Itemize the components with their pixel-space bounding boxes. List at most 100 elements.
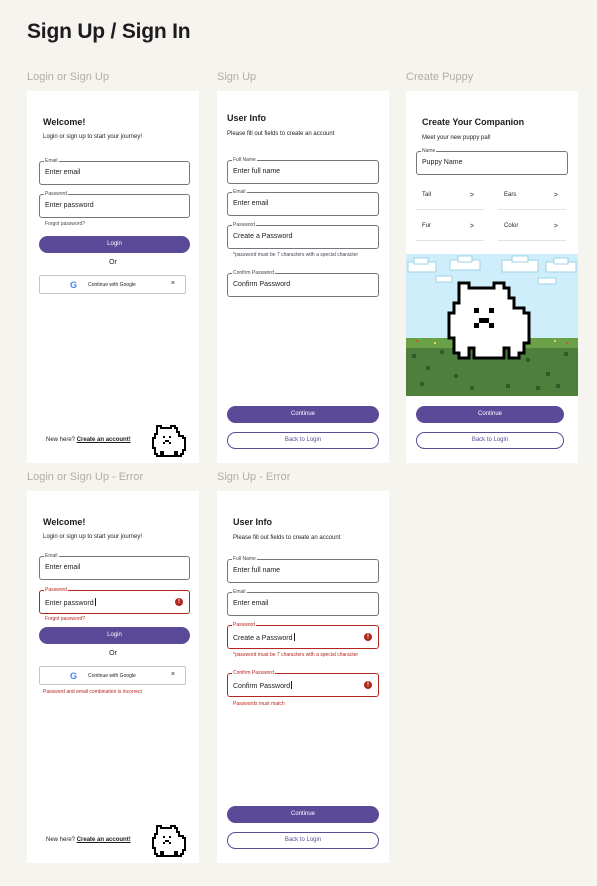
text-cursor bbox=[291, 681, 293, 689]
confirm-password-value: Confirm Password bbox=[233, 281, 291, 288]
new-here-label: New here? bbox=[46, 437, 76, 443]
back-to-login-button[interactable]: Back to Login bbox=[227, 832, 379, 849]
forgot-password-link[interactable]: Forgot password? bbox=[45, 221, 85, 227]
confirm-password-label: Confirm Password bbox=[232, 669, 275, 677]
text-cursor bbox=[94, 598, 96, 606]
password-field[interactable]: Password Create a Password bbox=[227, 221, 379, 249]
email-field[interactable]: Email Enter email bbox=[39, 157, 190, 185]
back-to-login-button[interactable]: Back to Login bbox=[416, 432, 564, 449]
email-field-value: Enter email bbox=[233, 600, 269, 607]
error-icon: ! bbox=[364, 633, 372, 641]
login-error-message: Password and email combination is incorr… bbox=[43, 689, 142, 695]
password-field-value: Create a Password bbox=[233, 233, 293, 240]
error-icon: ! bbox=[364, 681, 372, 689]
trait-tail-label: Tail bbox=[422, 192, 432, 198]
puppy-name-value: Puppy Name bbox=[422, 159, 463, 166]
puppy-name-label: Name bbox=[421, 147, 437, 155]
full-name-label: Full Name bbox=[232, 555, 257, 563]
signup-screen: User Info Please fill out fields to crea… bbox=[217, 91, 389, 463]
login-screen: Welcome! Login or sign up to start your … bbox=[27, 91, 199, 463]
google-button-label: Continue with Google bbox=[88, 673, 136, 679]
divider bbox=[416, 209, 484, 210]
text-cursor bbox=[293, 633, 295, 641]
create-companion-subtitle: Meet your new puppy pal! bbox=[422, 135, 491, 141]
signup-subtitle: Please fill out fields to create an acco… bbox=[227, 131, 335, 137]
chevron-right-icon: > bbox=[553, 223, 558, 230]
password-field-value: Enter password bbox=[45, 598, 96, 607]
password-field[interactable]: Password Enter password bbox=[39, 190, 190, 218]
email-field-label: Email bbox=[232, 188, 247, 196]
email-field[interactable]: Email Enter email bbox=[39, 552, 190, 580]
password-field-label: Password bbox=[232, 621, 256, 629]
user-info-heading: User Info bbox=[227, 113, 267, 123]
create-account-link[interactable]: Create an account! bbox=[77, 437, 131, 443]
new-here-text: New here? Create an account! bbox=[46, 837, 131, 843]
google-icon: G bbox=[70, 280, 78, 290]
confirm-password-field-error[interactable]: Confirm Password Confirm Password ! bbox=[227, 669, 379, 697]
email-field[interactable]: Email Enter email bbox=[227, 188, 379, 216]
password-field-error[interactable]: Password Enter password ! bbox=[39, 586, 190, 614]
or-divider: Or bbox=[109, 650, 117, 657]
trait-fur[interactable]: Fur > bbox=[422, 223, 474, 230]
close-icon[interactable]: × bbox=[171, 280, 175, 287]
password-field-error[interactable]: Password Create a Password ! bbox=[227, 621, 379, 649]
google-button-label: Continue with Google bbox=[88, 282, 136, 288]
continue-button[interactable]: Continue bbox=[227, 806, 379, 823]
create-puppy-screen: Create Your Companion Meet your new pupp… bbox=[406, 91, 578, 463]
user-info-heading: User Info bbox=[233, 517, 273, 527]
password-field-label: Password bbox=[232, 221, 256, 229]
email-field-value: Enter email bbox=[45, 564, 81, 571]
password-field-label: Password bbox=[44, 586, 68, 594]
trait-ears[interactable]: Ears > bbox=[504, 192, 558, 199]
google-signin-button[interactable]: G Continue with Google × bbox=[39, 275, 186, 294]
dog-mascot-icon bbox=[151, 424, 187, 463]
email-field-label: Email bbox=[44, 157, 59, 165]
page-title: Sign Up / Sign In bbox=[27, 20, 191, 43]
frame-label-signup: Sign Up bbox=[217, 71, 257, 83]
trait-fur-label: Fur bbox=[422, 223, 431, 229]
passwords-match-error: Passwords must match bbox=[233, 701, 285, 707]
create-account-link[interactable]: Create an account! bbox=[77, 837, 131, 843]
frame-label-signup-error: Sign Up - Error bbox=[217, 471, 291, 483]
trait-tail[interactable]: Tail > bbox=[422, 192, 474, 199]
login-button[interactable]: Login bbox=[39, 236, 190, 253]
full-name-field[interactable]: Full Name Enter full name bbox=[227, 156, 379, 184]
chevron-right-icon: > bbox=[469, 223, 474, 230]
confirm-password-label: Confirm Password bbox=[232, 269, 275, 277]
email-field-value: Enter email bbox=[45, 169, 81, 176]
google-icon: G bbox=[70, 671, 78, 681]
welcome-heading: Welcome! bbox=[43, 117, 86, 127]
frame-label-login: Login or Sign Up bbox=[27, 71, 109, 83]
divider bbox=[416, 240, 484, 241]
password-hint: *password must be 7 characters with a sp… bbox=[233, 652, 359, 658]
trait-color-label: Color bbox=[504, 223, 519, 229]
new-here-text: New here? Create an account! bbox=[46, 437, 131, 443]
forgot-password-link[interactable]: Forgot password? bbox=[45, 616, 85, 622]
trait-ears-label: Ears bbox=[504, 192, 517, 198]
divider bbox=[498, 240, 566, 241]
password-field-value: Create a Password bbox=[233, 633, 295, 642]
confirm-password-field[interactable]: Confirm Password Confirm Password bbox=[227, 269, 379, 297]
email-field[interactable]: Email Enter email bbox=[227, 588, 379, 616]
create-companion-heading: Create Your Companion bbox=[422, 117, 525, 127]
email-field-label: Email bbox=[232, 588, 247, 596]
google-signin-button[interactable]: G Continue with Google × bbox=[39, 666, 186, 685]
welcome-subtitle: Login or sign up to start your journey! bbox=[43, 134, 143, 140]
trait-color[interactable]: Color > bbox=[504, 223, 558, 230]
signup-subtitle: Please fill out fields to create an acco… bbox=[233, 535, 341, 541]
full-name-value: Enter full name bbox=[233, 567, 281, 574]
password-field-label: Password bbox=[44, 190, 68, 198]
dog-mascot-icon bbox=[151, 824, 187, 863]
welcome-heading: Welcome! bbox=[43, 517, 86, 527]
continue-button[interactable]: Continue bbox=[227, 406, 379, 423]
error-icon: ! bbox=[175, 598, 183, 606]
continue-button[interactable]: Continue bbox=[416, 406, 564, 423]
full-name-label: Full Name bbox=[232, 156, 257, 164]
puppy-name-field[interactable]: Name Puppy Name bbox=[416, 147, 568, 175]
back-to-login-button[interactable]: Back to Login bbox=[227, 432, 379, 449]
full-name-field[interactable]: Full Name Enter full name bbox=[227, 555, 379, 583]
password-field-value: Enter password bbox=[45, 202, 94, 209]
email-field-label: Email bbox=[44, 552, 59, 560]
login-button[interactable]: Login bbox=[39, 627, 190, 644]
close-icon[interactable]: × bbox=[171, 671, 175, 678]
